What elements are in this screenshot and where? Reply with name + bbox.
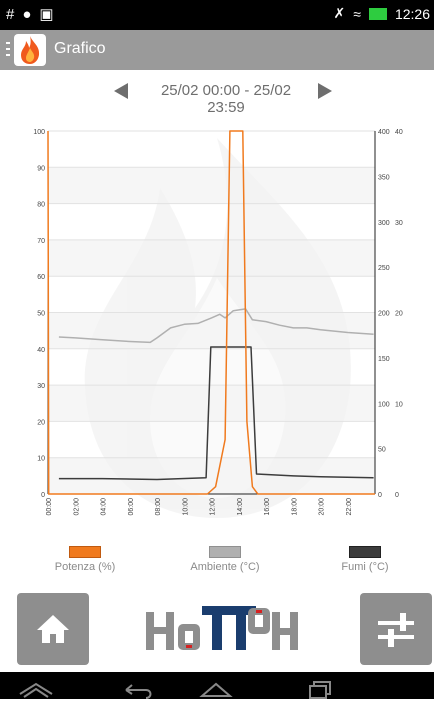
hottoh-logo-icon: [146, 606, 298, 650]
x-tick-label: 06:00: [128, 498, 135, 516]
legend-label-potenza: Potenza (%): [54, 561, 116, 573]
right-tick-label: 50: [378, 447, 386, 454]
left-tick-label: 60: [37, 274, 45, 281]
right-tick-label: 400: [378, 129, 390, 136]
wifi-icon: ≈: [353, 5, 361, 22]
right-tick-label: 350: [378, 174, 390, 181]
right-tick-label: 150: [378, 356, 390, 363]
left-tick-label: 40: [37, 347, 45, 354]
right-axis2-tick-label: 40: [395, 129, 403, 136]
right-tick-label: 300: [378, 220, 390, 227]
x-tick-label: 00:00: [46, 498, 53, 516]
flame-logo-icon[interactable]: [14, 34, 46, 66]
right-tick-label: 200: [378, 311, 390, 318]
x-tick-label: 20:00: [319, 498, 326, 516]
grid-band: [48, 239, 375, 277]
date-range-label: 25/02 00:00 - 25/02 23:59: [160, 82, 292, 116]
x-tick-label: 04:00: [101, 498, 108, 516]
left-tick-label: 100: [33, 129, 45, 136]
previous-day-arrow-icon[interactable]: [114, 83, 128, 99]
history-chart: 0102030405060708090100 05010015020025030…: [33, 129, 403, 518]
home-icon: [37, 615, 69, 643]
x-tick-label: 18:00: [291, 498, 298, 516]
right-tick-label: 0: [378, 492, 382, 499]
grid-band: [48, 167, 375, 204]
right-axis2-ticks: 0 10 20 30 40: [395, 129, 403, 499]
drawer-menu-icon[interactable]: [6, 42, 10, 58]
left-tick-label: 30: [37, 383, 45, 390]
status-left: # ● ▣: [6, 5, 54, 24]
left-tick-label: 10: [37, 456, 45, 463]
right-axis2-tick-label: 10: [395, 401, 403, 408]
cat-icon: ●: [22, 5, 32, 23]
right-tick-label: 250: [378, 265, 390, 272]
left-tick-label: 20: [37, 419, 45, 426]
page-title: Grafico: [54, 40, 106, 57]
mute-icon: ✗: [333, 5, 346, 21]
x-tick-label: 16:00: [264, 498, 271, 516]
image-icon: ▣: [39, 6, 54, 23]
legend-swatch-ambiente: [209, 546, 241, 558]
home-button[interactable]: [17, 593, 89, 665]
x-tick-label: 14:00: [237, 498, 244, 516]
legend-swatch-potenza: [69, 546, 101, 558]
status-right: ✗ ≈ 12:26: [334, 5, 430, 22]
app-bar: Grafico: [0, 30, 434, 70]
battery-icon: [368, 7, 387, 20]
legend-fumi: Fumi (°C): [330, 546, 400, 573]
legend-label-fumi: Fumi (°C): [341, 561, 389, 573]
right-axis2-tick-label: 0: [395, 492, 399, 499]
settings-button[interactable]: [360, 593, 432, 665]
left-tick-label: 90: [37, 165, 45, 172]
legend-swatch-fumi: [349, 546, 381, 558]
up-chevron-icon[interactable]: [19, 682, 53, 698]
legend-label-ambiente: Ambiente (°C): [190, 561, 260, 573]
left-tick-label: 50: [37, 311, 45, 318]
system-navigation-bar: [0, 672, 434, 699]
grid-band: [48, 385, 375, 422]
sliders-icon: [378, 613, 414, 647]
x-tick-label: 22:00: [346, 498, 353, 516]
legend-ambiente: Ambiente (°C): [180, 546, 270, 573]
x-tick-label: 02:00: [73, 498, 80, 516]
grid-band: [48, 457, 375, 494]
date-navigation: 25/02 00:00 - 25/02 23:59: [0, 80, 434, 116]
right-axis-ticks: 0 50 100 150 200 250 300 350 400: [378, 129, 390, 499]
right-axis2-tick-label: 20: [395, 311, 403, 318]
left-tick-label: 70: [37, 238, 45, 245]
status-bar: # ● ▣ ✗ ≈ 12:26: [0, 0, 434, 30]
x-tick-label: 10:00: [182, 498, 189, 516]
x-tick-label: 08:00: [155, 498, 162, 516]
left-tick-label: 80: [37, 202, 45, 209]
right-axis2-tick-label: 30: [395, 220, 403, 227]
left-tick-label: 0: [41, 492, 45, 499]
hash-icon: #: [6, 5, 15, 23]
right-tick-label: 100: [378, 401, 390, 408]
x-tick-label: 12:00: [210, 498, 217, 516]
next-day-arrow-icon[interactable]: [318, 83, 332, 99]
brand-logo: [140, 600, 300, 660]
back-icon[interactable]: [125, 684, 152, 699]
recents-icon[interactable]: [309, 681, 331, 699]
clock: 12:26: [394, 5, 430, 22]
legend-potenza: Potenza (%): [50, 546, 120, 573]
left-axis-ticks: 0 10 20 30 40 50 60 70 80 90 100: [33, 129, 45, 499]
home-nav-icon[interactable]: [199, 682, 233, 697]
